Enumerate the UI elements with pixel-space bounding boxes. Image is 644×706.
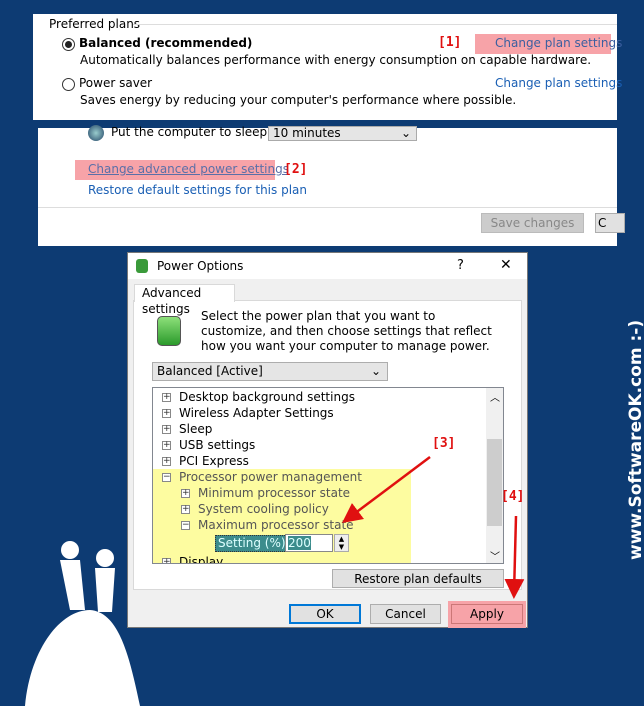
arrow-4 <box>504 515 525 599</box>
arrow-3 <box>342 456 431 523</box>
watermark: www.SoftwareOK.com :-) <box>626 319 644 560</box>
annotation-arrows <box>25 456 525 706</box>
hill-mascot <box>25 610 140 706</box>
